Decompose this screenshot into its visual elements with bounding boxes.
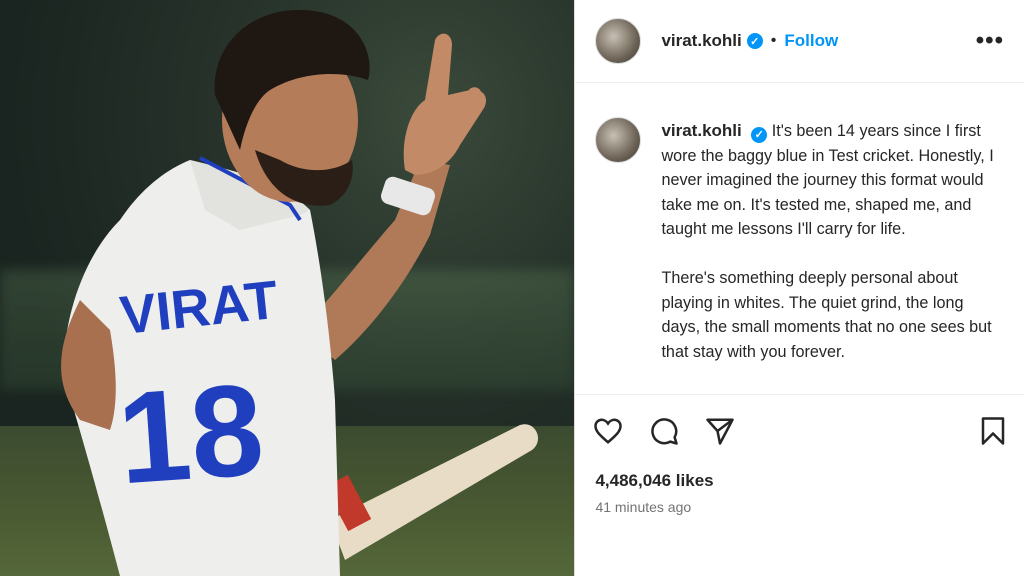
post-side-panel: virat.kohli ✓ • Follow ••• virat.kohli ✓…: [574, 0, 1024, 576]
jersey-number: 18: [113, 356, 267, 512]
post-viewer: VIRAT 18 virat.kohli ✓ • Follow ••• vira…: [0, 0, 1024, 576]
caption-paragraph-2: There's something deeply personal about …: [661, 269, 992, 361]
more-icon[interactable]: •••: [976, 27, 1004, 55]
heart-icon[interactable]: [593, 417, 623, 450]
caption-username[interactable]: virat.kohli: [661, 121, 741, 140]
likes-count[interactable]: 4,486,046 likes: [575, 471, 1024, 491]
follow-button[interactable]: Follow: [784, 31, 838, 51]
player-illustration: VIRAT 18: [61, 9, 539, 576]
header-username[interactable]: virat.kohli: [661, 31, 741, 51]
caption-paragraph-1: virat.kohli ✓ It's been 14 years since I…: [661, 119, 1004, 242]
comment-icon[interactable]: [649, 416, 679, 451]
post-header: virat.kohli ✓ • Follow •••: [575, 0, 1024, 83]
post-photo[interactable]: VIRAT 18: [0, 0, 575, 576]
post-timestamp[interactable]: 41 minutes ago: [575, 491, 1024, 515]
separator-dot: •: [770, 32, 777, 49]
verified-icon: ✓: [746, 33, 763, 49]
bookmark-icon[interactable]: [980, 416, 1006, 451]
avatar[interactable]: [595, 18, 642, 64]
caption-avatar[interactable]: [595, 117, 642, 163]
verified-icon: ✓: [751, 127, 768, 144]
caption-body: virat.kohli ✓ It's been 14 years since I…: [661, 119, 1004, 394]
caption-section: virat.kohli ✓ It's been 14 years since I…: [575, 83, 1024, 395]
action-bar: [575, 395, 1024, 471]
share-icon[interactable]: [705, 417, 735, 450]
